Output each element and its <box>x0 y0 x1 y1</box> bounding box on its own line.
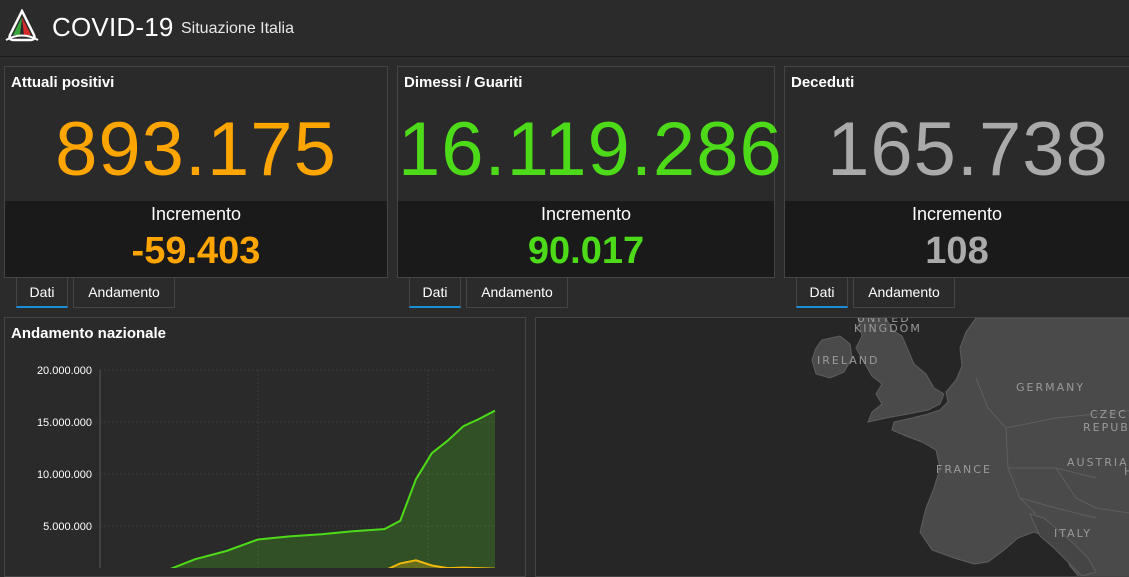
increment-box: Incremento -59.403 <box>5 201 387 277</box>
chart-panel: Andamento nazionale 20.000.000 15.000.000… <box>4 317 526 577</box>
tab-dati[interactable]: Dati <box>409 278 461 308</box>
increment-value: -59.403 <box>131 230 261 272</box>
map-label-h: H <box>1124 465 1129 478</box>
total-value: 893.175 <box>55 107 337 192</box>
series-area <box>172 410 495 568</box>
map-label-czech: CZECH <box>1090 408 1129 421</box>
increment-value: 108 <box>925 230 989 272</box>
tab-andamento[interactable]: Andamento <box>853 278 955 308</box>
map-label-austria: AUSTRIA <box>1067 456 1129 469</box>
national-trend-chart: 20.000.000 15.000.000 10.000.000 5.000.000 <box>37 365 496 568</box>
increment-label: Incremento <box>540 204 632 224</box>
panel-title: Attuali positivi <box>11 74 115 91</box>
land-continent <box>891 318 1129 576</box>
map-label-germany: GERMANY <box>1016 381 1086 394</box>
y-tick-label: 15.000.000 <box>37 417 92 429</box>
y-tick-label: 5.000.000 <box>43 521 92 533</box>
increment-box: Incremento 108 <box>785 201 1129 277</box>
increment-label: Incremento <box>150 204 242 224</box>
map-label-italy: ITALY <box>1054 527 1093 540</box>
total-value: 165.738 <box>827 107 1109 192</box>
panel-dimessi-guariti: Dimessi / Guariti 16.119.286 Incremento … <box>397 66 783 278</box>
app-title: COVID-19 <box>52 12 174 42</box>
tab-dati[interactable]: Dati <box>16 278 68 308</box>
covid-logo-icon <box>5 9 39 42</box>
tab-andamento[interactable]: Andamento <box>466 278 568 308</box>
panel-title: Deceduti <box>791 74 855 91</box>
app-subtitle: Situazione Italia <box>181 20 294 37</box>
tab-andamento[interactable]: Andamento <box>73 278 175 308</box>
increment-label: Incremento <box>911 204 1003 224</box>
increment-box: Incremento 90.017 <box>398 201 774 277</box>
total-value: 16.119.286 <box>398 107 783 192</box>
panel-attuali-positivi: Attuali positivi 893.175 Incremento -59.… <box>4 66 388 278</box>
panel-title: Dimessi / Guariti <box>404 74 523 91</box>
map-label-france: FRANCE <box>936 463 992 476</box>
tab-dati[interactable]: Dati <box>796 278 848 308</box>
y-tick-label: 20.000.000 <box>37 365 92 377</box>
map-label-kingdom: KINGDOM <box>854 322 922 335</box>
map-panel[interactable]: UNITED KINGDOM IRELAND GERMANY CZECH REP… <box>535 317 1129 577</box>
increment-value: 90.017 <box>527 230 645 272</box>
panel-deceduti: Deceduti 165.738 Incremento 108 <box>784 66 1129 278</box>
map-label-republic: REPUBLIC <box>1083 421 1129 434</box>
map-label-ireland: IRELAND <box>817 354 880 367</box>
app-header: COVID-19 Situazione Italia <box>0 0 1129 57</box>
y-tick-label: 10.000.000 <box>37 469 92 481</box>
